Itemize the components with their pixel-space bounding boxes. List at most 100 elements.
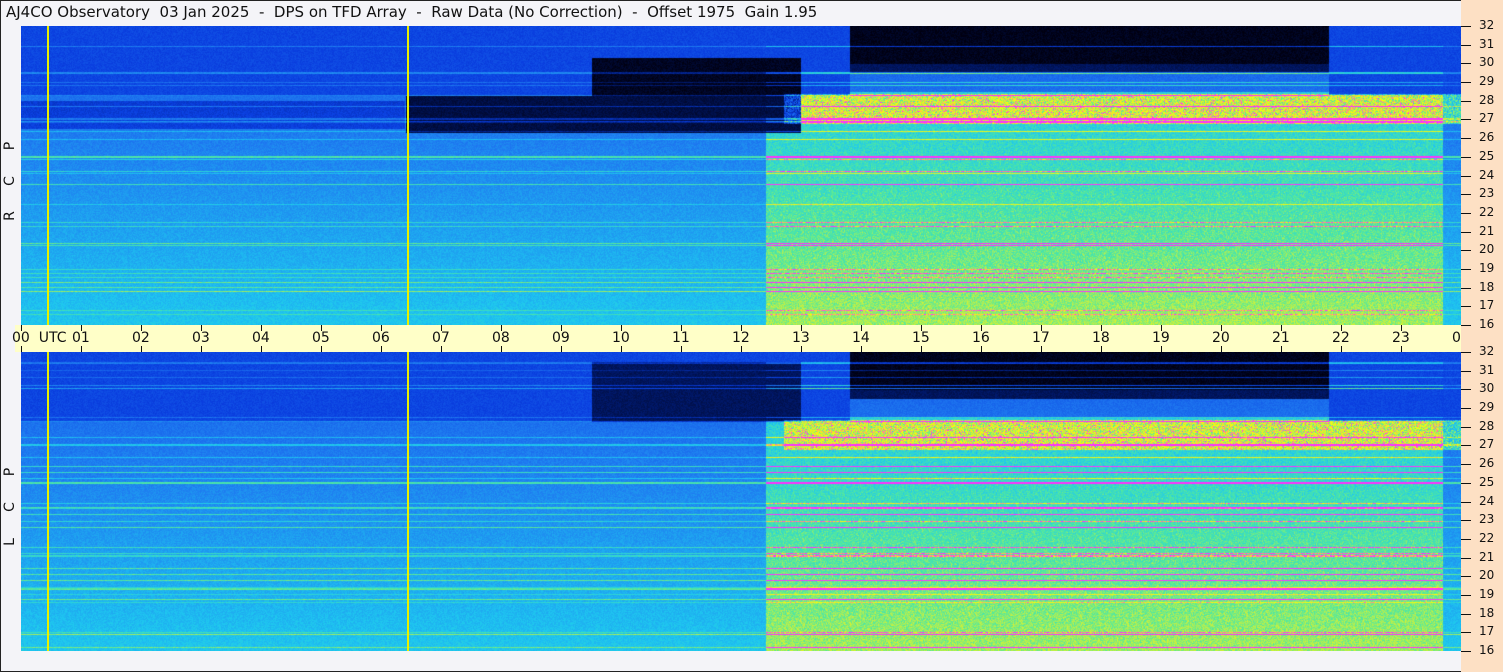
freq-tick	[1461, 45, 1471, 46]
freq-tick	[1461, 502, 1471, 503]
rcp-label: R C P	[2, 120, 18, 230]
utc-tick-label: 17	[1032, 330, 1050, 346]
utc-tick-label: 04	[252, 330, 270, 346]
utc-tick-label: 09	[552, 330, 570, 346]
utc-tick-label: 11	[672, 330, 690, 346]
freq-tick-label: 23	[1479, 512, 1495, 526]
utc-tick	[1281, 346, 1282, 352]
freq-tick	[1461, 576, 1471, 577]
time-marker-line	[47, 352, 49, 651]
freq-tick-label: 25	[1479, 475, 1495, 489]
freq-tick	[1461, 325, 1471, 326]
freq-tick	[1461, 558, 1471, 559]
freq-tick	[1461, 63, 1471, 64]
utc-tick-label: 10	[612, 330, 630, 346]
freq-tick	[1461, 213, 1471, 214]
freq-tick	[1461, 595, 1471, 596]
freq-tick-label: 20	[1479, 242, 1495, 256]
utc-tick-label: 13	[792, 330, 810, 346]
utc-tick	[21, 346, 22, 352]
freq-tick	[1461, 157, 1471, 158]
utc-tick	[381, 346, 382, 352]
utc-tick-label: 14	[852, 330, 870, 346]
freq-tick-label: 19	[1479, 261, 1495, 275]
utc-tick-label: 02	[132, 330, 150, 346]
freq-tick-label: 26	[1479, 456, 1495, 470]
utc-tick	[741, 346, 742, 352]
pol-letter: L	[2, 538, 18, 546]
freq-tick	[1461, 101, 1471, 102]
freq-tick	[1461, 651, 1471, 652]
utc-tick	[201, 346, 202, 352]
utc-tick	[1161, 346, 1162, 352]
utc-tick	[261, 346, 262, 352]
freq-tick-label: 28	[1479, 93, 1495, 107]
utc-tick-label: 15	[912, 330, 930, 346]
frequency-axis: 16 17 18 19 20 21 22 23 24 25 26 27 28 29 30 31 32 16 17 18…	[1461, 0, 1503, 672]
utc-tick-label: 22	[1332, 330, 1350, 346]
freq-tick-label: 22	[1479, 531, 1495, 545]
freq-tick	[1461, 119, 1471, 120]
freq-tick	[1461, 520, 1471, 521]
freq-tick-label: 27	[1479, 437, 1495, 451]
freq-tick-label: 23	[1479, 186, 1495, 200]
utc-tick-label: 06	[372, 330, 390, 346]
freq-tick-label: 16	[1479, 643, 1495, 657]
freq-tick-label: 29	[1479, 74, 1495, 88]
chart-title: AJ4CO Observatory 03 Jan 2025 - DPS on T…	[6, 3, 818, 21]
utc-tick	[321, 346, 322, 352]
utc-tick	[801, 346, 802, 352]
utc-tick	[681, 346, 682, 352]
utc-tick-label: 20	[1212, 330, 1230, 346]
utc-tick-label: 18	[1092, 330, 1110, 346]
freq-tick-label: 32	[1479, 344, 1495, 358]
freq-tick	[1461, 632, 1471, 633]
utc-tick-label: 03	[192, 330, 210, 346]
freq-tick-label: 32	[1479, 18, 1495, 32]
freq-tick-label: 28	[1479, 419, 1495, 433]
pol-letter: C	[2, 502, 18, 512]
freq-tick-label: 30	[1479, 381, 1495, 395]
utc-tick	[141, 346, 142, 352]
utc-tick	[1401, 346, 1402, 352]
utc-tick	[561, 346, 562, 352]
freq-tick	[1461, 232, 1471, 233]
utc-tick	[921, 346, 922, 352]
utc-tick-label: 23	[1392, 330, 1410, 346]
freq-tick-label: 26	[1479, 130, 1495, 144]
freq-tick	[1461, 26, 1471, 27]
freq-tick-label: 19	[1479, 587, 1495, 601]
freq-tick-label: 31	[1479, 37, 1495, 51]
utc-tick-label: 07	[432, 330, 450, 346]
freq-tick	[1461, 389, 1471, 390]
freq-tick	[1461, 82, 1471, 83]
freq-tick-label: 20	[1479, 568, 1495, 582]
freq-tick-label: 24	[1479, 494, 1495, 508]
utc-tick-label: 08	[492, 330, 510, 346]
lcp-spectrogram	[21, 352, 1461, 651]
utc-time-axis: 00 UTC 01 02 03 04 05 06 07 08 09 10 11 12 13 14 15 16 17…	[12, 325, 1503, 352]
freq-tick-label: 18	[1479, 280, 1495, 294]
utc-tick-label: 19	[1152, 330, 1170, 346]
freq-tick	[1461, 288, 1471, 289]
utc-tick	[441, 346, 442, 352]
utc-tick	[1341, 346, 1342, 352]
pol-letter: C	[2, 176, 18, 186]
freq-tick-label: 30	[1479, 55, 1495, 69]
utc-tick	[621, 346, 622, 352]
utc-tick	[861, 346, 862, 352]
utc-tick-label: 21	[1272, 330, 1290, 346]
freq-tick	[1461, 539, 1471, 540]
freq-tick	[1461, 269, 1471, 270]
freq-tick-label: 27	[1479, 111, 1495, 125]
rcp-spectrogram	[21, 26, 1461, 325]
utc-tick	[981, 346, 982, 352]
freq-tick	[1461, 483, 1471, 484]
utc-tick	[501, 346, 502, 352]
freq-tick-label: 16	[1479, 317, 1495, 331]
freq-tick	[1461, 306, 1471, 307]
freq-tick-label: 21	[1479, 550, 1495, 564]
pol-letter: R	[2, 211, 18, 221]
utc-tick-label: 12	[732, 330, 750, 346]
freq-tick-label: 21	[1479, 224, 1495, 238]
